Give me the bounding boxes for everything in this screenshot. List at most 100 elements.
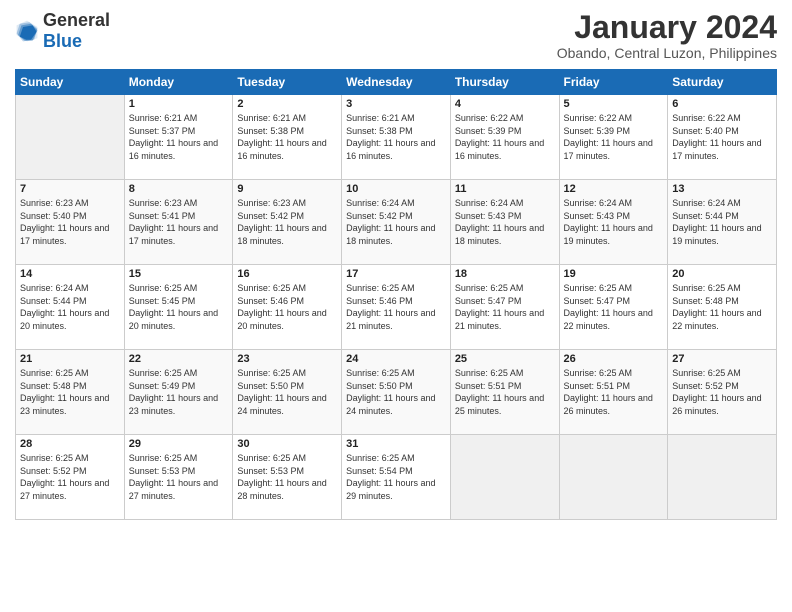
calendar-cell: 18 Sunrise: 6:25 AMSunset: 5:47 PMDayligh… (450, 265, 559, 350)
day-info: Sunrise: 6:22 AMSunset: 5:39 PMDaylight:… (455, 113, 544, 161)
day-number: 30 (237, 438, 337, 450)
day-number: 12 (564, 183, 664, 195)
day-number: 19 (564, 268, 664, 280)
title-block: January 2024 Obando, Central Luzon, Phil… (557, 10, 777, 61)
calendar-cell: 25 Sunrise: 6:25 AMSunset: 5:51 PMDayligh… (450, 350, 559, 435)
calendar-week-row: 21Sunrise: 6:25 AMSunset: 5:48 PMDayligh… (16, 350, 777, 435)
day-number: 3 (346, 98, 446, 110)
day-info: Sunrise: 6:25 AMSunset: 5:46 PMDaylight:… (346, 283, 435, 331)
logo-general: General (43, 10, 110, 30)
day-info: Sunrise: 6:22 AMSunset: 5:40 PMDaylight:… (672, 113, 761, 161)
calendar-cell: 12Sunrise: 6:24 AMSunset: 5:43 PMDayligh… (559, 180, 668, 265)
day-info: Sunrise: 6:25 AMSunset: 5:48 PMDaylight:… (672, 283, 761, 331)
day-number: 5 (564, 98, 664, 110)
calendar-cell: 9Sunrise: 6:23 AMSunset: 5:42 PMDaylight… (233, 180, 342, 265)
calendar-cell: 29 Sunrise: 6:25 AMSunset: 5:53 PMDayligh… (124, 435, 233, 520)
day-number: 31 (346, 438, 446, 450)
day-info: Sunrise: 6:25 AMSunset: 5:53 PMDaylight:… (129, 453, 218, 501)
day-number: 25 (455, 353, 555, 365)
day-header-thursday: Thursday (450, 70, 559, 95)
day-number: 26 (564, 353, 664, 365)
calendar-week-row: 1 Sunrise: 6:21 AMSunset: 5:37 PMDaylight… (16, 95, 777, 180)
day-number: 1 (129, 98, 229, 110)
header: General Blue January 2024 Obando, Centra… (15, 10, 777, 61)
day-info: Sunrise: 6:25 AMSunset: 5:51 PMDaylight:… (564, 368, 653, 416)
day-number: 23 (237, 353, 337, 365)
day-number: 18 (455, 268, 555, 280)
day-number: 7 (20, 183, 120, 195)
calendar-cell: 17 Sunrise: 6:25 AMSunset: 5:46 PMDayligh… (342, 265, 451, 350)
calendar-cell: 15 Sunrise: 6:25 AMSunset: 5:45 PMDayligh… (124, 265, 233, 350)
calendar-week-row: 14 Sunrise: 6:24 AMSunset: 5:44 PMDayligh… (16, 265, 777, 350)
day-info: Sunrise: 6:24 AMSunset: 5:43 PMDaylight:… (455, 198, 544, 246)
calendar-cell: 31 Sunrise: 6:25 AMSunset: 5:54 PMDayligh… (342, 435, 451, 520)
day-header-friday: Friday (559, 70, 668, 95)
day-number: 27 (672, 353, 772, 365)
calendar-cell: 16 Sunrise: 6:25 AMSunset: 5:46 PMDayligh… (233, 265, 342, 350)
calendar-cell: 21Sunrise: 6:25 AMSunset: 5:48 PMDayligh… (16, 350, 125, 435)
day-number: 20 (672, 268, 772, 280)
day-info: Sunrise: 6:24 AMSunset: 5:44 PMDaylight:… (20, 283, 109, 331)
day-number: 29 (129, 438, 229, 450)
day-header-wednesday: Wednesday (342, 70, 451, 95)
day-number: 28 (20, 438, 120, 450)
calendar-cell: 5Sunrise: 6:22 AMSunset: 5:39 PMDaylight… (559, 95, 668, 180)
day-number: 16 (237, 268, 337, 280)
calendar-cell: 3Sunrise: 6:21 AMSunset: 5:38 PMDaylight… (342, 95, 451, 180)
day-number: 8 (129, 183, 229, 195)
day-number: 24 (346, 353, 446, 365)
calendar-cell: 13 Sunrise: 6:24 AMSunset: 5:44 PMDayligh… (668, 180, 777, 265)
calendar-cell: 23Sunrise: 6:25 AMSunset: 5:50 PMDayligh… (233, 350, 342, 435)
calendar-subtitle: Obando, Central Luzon, Philippines (557, 45, 777, 61)
day-info: Sunrise: 6:21 AMSunset: 5:38 PMDaylight:… (237, 113, 326, 161)
day-info: Sunrise: 6:24 AMSunset: 5:44 PMDaylight:… (672, 198, 761, 246)
day-info: Sunrise: 6:25 AMSunset: 5:46 PMDaylight:… (237, 283, 326, 331)
calendar-cell: 27Sunrise: 6:25 AMSunset: 5:52 PMDayligh… (668, 350, 777, 435)
day-info: Sunrise: 6:25 AMSunset: 5:51 PMDaylight:… (455, 368, 544, 416)
calendar-cell (668, 435, 777, 520)
calendar-cell (559, 435, 668, 520)
day-number: 22 (129, 353, 229, 365)
calendar-cell: 19Sunrise: 6:25 AMSunset: 5:47 PMDayligh… (559, 265, 668, 350)
calendar-cell (16, 95, 125, 180)
day-info: Sunrise: 6:21 AMSunset: 5:37 PMDaylight:… (129, 113, 218, 161)
day-info: Sunrise: 6:25 AMSunset: 5:49 PMDaylight:… (129, 368, 218, 416)
day-info: Sunrise: 6:25 AMSunset: 5:54 PMDaylight:… (346, 453, 435, 501)
day-number: 4 (455, 98, 555, 110)
day-info: Sunrise: 6:25 AMSunset: 5:45 PMDaylight:… (129, 283, 218, 331)
day-info: Sunrise: 6:25 AMSunset: 5:52 PMDaylight:… (20, 453, 109, 501)
logo-blue: Blue (43, 31, 82, 51)
calendar-cell (450, 435, 559, 520)
day-number: 17 (346, 268, 446, 280)
day-header-saturday: Saturday (668, 70, 777, 95)
day-header-tuesday: Tuesday (233, 70, 342, 95)
calendar-cell: 4 Sunrise: 6:22 AMSunset: 5:39 PMDaylight… (450, 95, 559, 180)
calendar-cell: 7 Sunrise: 6:23 AMSunset: 5:40 PMDaylight… (16, 180, 125, 265)
day-info: Sunrise: 6:25 AMSunset: 5:47 PMDaylight:… (455, 283, 544, 331)
day-header-sunday: Sunday (16, 70, 125, 95)
calendar-cell: 8 Sunrise: 6:23 AMSunset: 5:41 PMDaylight… (124, 180, 233, 265)
day-number: 15 (129, 268, 229, 280)
logo: General Blue (15, 10, 110, 52)
calendar-cell: 2 Sunrise: 6:21 AMSunset: 5:38 PMDaylight… (233, 95, 342, 180)
day-number: 14 (20, 268, 120, 280)
calendar-cell: 20 Sunrise: 6:25 AMSunset: 5:48 PMDayligh… (668, 265, 777, 350)
day-number: 13 (672, 183, 772, 195)
calendar-cell: 10Sunrise: 6:24 AMSunset: 5:42 PMDayligh… (342, 180, 451, 265)
calendar-cell: 26 Sunrise: 6:25 AMSunset: 5:51 PMDayligh… (559, 350, 668, 435)
calendar-title: January 2024 (557, 10, 777, 45)
day-number: 21 (20, 353, 120, 365)
day-number: 9 (237, 183, 337, 195)
day-number: 2 (237, 98, 337, 110)
day-info: Sunrise: 6:23 AMSunset: 5:40 PMDaylight:… (20, 198, 109, 246)
day-info: Sunrise: 6:23 AMSunset: 5:41 PMDaylight:… (129, 198, 218, 246)
day-number: 6 (672, 98, 772, 110)
day-header-monday: Monday (124, 70, 233, 95)
calendar-cell: 24 Sunrise: 6:25 AMSunset: 5:50 PMDayligh… (342, 350, 451, 435)
day-info: Sunrise: 6:25 AMSunset: 5:50 PMDaylight:… (346, 368, 435, 416)
calendar-week-row: 7 Sunrise: 6:23 AMSunset: 5:40 PMDaylight… (16, 180, 777, 265)
logo-icon (15, 19, 39, 43)
day-info: Sunrise: 6:24 AMSunset: 5:42 PMDaylight:… (346, 198, 435, 246)
day-number: 11 (455, 183, 555, 195)
calendar-week-row: 28 Sunrise: 6:25 AMSunset: 5:52 PMDayligh… (16, 435, 777, 520)
